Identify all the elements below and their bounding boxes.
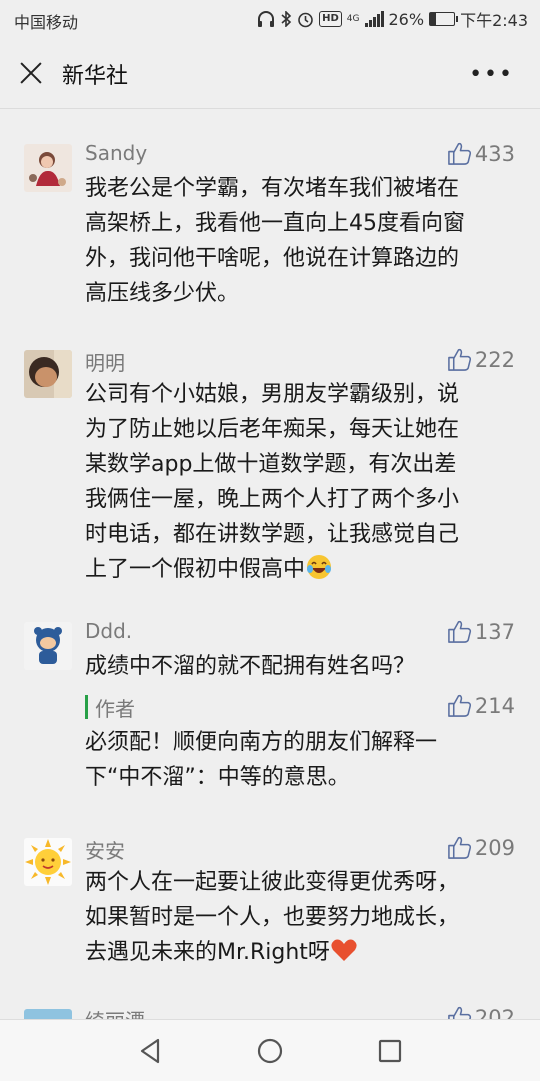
thumbs-up-icon: [448, 1006, 471, 1019]
comment-feed[interactable]: Sandy 433 我老公是个学霸，有次堵车我们被堵在 高架桥上，我看他一直向上…: [0, 109, 540, 1019]
battery-percent: 26%: [388, 9, 425, 29]
battery-icon: [429, 12, 459, 26]
back-icon[interactable]: [136, 1036, 166, 1066]
like-button[interactable]: 433: [447, 141, 515, 166]
avatar[interactable]: [24, 144, 72, 192]
like-button[interactable]: 222: [447, 347, 515, 372]
close-icon[interactable]: [18, 60, 44, 86]
bluetooth-icon: [281, 11, 292, 27]
page-title: 新华社: [62, 64, 129, 89]
clock: 下午2:43: [460, 11, 528, 30]
like-button[interactable]: 137: [447, 619, 515, 644]
thumbs-up-icon: [448, 142, 471, 165]
avatar[interactable]: [24, 838, 72, 886]
comment-author[interactable]: Sandy: [85, 141, 147, 165]
like-button[interactable]: 202: [447, 1005, 515, 1019]
avatar[interactable]: [24, 622, 72, 670]
reply-like-button[interactable]: 214: [447, 693, 515, 718]
thumbs-up-icon: [448, 620, 471, 643]
like-count: 222: [474, 347, 515, 372]
heart-icon: [331, 939, 357, 961]
comment-author[interactable]: 明明: [85, 347, 125, 376]
thumbs-up-icon: [448, 694, 471, 717]
comment-text: 我老公是个学霸，有次堵车我们被堵在 高架桥上，我看他一直向上45度看向窗 外，我…: [85, 176, 465, 306]
like-count: 202: [474, 1005, 515, 1020]
home-icon[interactable]: [255, 1036, 285, 1066]
comment-author[interactable]: 绮丽漂: [85, 1005, 145, 1019]
author-reply-label: 作者: [95, 697, 135, 721]
avatar[interactable]: [24, 1009, 72, 1019]
navigation-bar: [0, 1019, 540, 1081]
thumbs-up-icon: [448, 836, 471, 859]
comment-text: 两个人在一起要让彼此变得更优秀呀， 如果暂时是一个人，也要努力地成长， 去遇见未…: [85, 870, 460, 965]
author-reply-text: 必须配！顺便向南方的朋友们解释一 下“中不溜”：中等的意思。: [85, 730, 438, 790]
avatar[interactable]: [24, 350, 72, 398]
comment-author[interactable]: Ddd.: [85, 619, 132, 643]
like-count: 137: [474, 619, 515, 644]
thumbs-up-icon: [448, 348, 471, 371]
author-reply-marker: [85, 695, 88, 719]
laughing-tears-emoji-icon: [307, 555, 332, 579]
headphones-icon: [258, 11, 275, 27]
hd-icon: HD: [319, 11, 342, 27]
status-icons: HD 4G 26% 下午2:43: [257, 7, 528, 31]
like-button[interactable]: 209: [447, 835, 515, 860]
comment-text: 公司有个小姑娘，男朋友学霸级别，说 为了防止她以后老年痴呆，每天让她在 某数学a…: [85, 382, 460, 582]
more-options-icon[interactable]: •••: [469, 62, 514, 87]
recent-apps-icon[interactable]: [375, 1036, 405, 1066]
like-count: 209: [474, 835, 515, 860]
title-bar: 新华社 •••: [0, 38, 540, 109]
like-count: 214: [474, 693, 515, 718]
comment-author[interactable]: 安安: [85, 835, 125, 864]
alarm-icon: [298, 12, 313, 27]
like-count: 433: [474, 141, 515, 166]
status-bar: 中国移动 HD 4G 26% 下午2:43: [0, 0, 540, 38]
signal-icon: [364, 11, 384, 27]
carrier-label: 中国移动: [14, 13, 79, 32]
network-type: 4G: [346, 13, 360, 24]
comment-text: 成绩中不溜的就不配拥有姓名吗？: [85, 654, 416, 679]
